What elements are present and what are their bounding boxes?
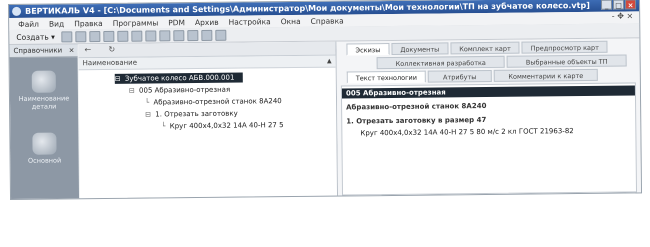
- menu-view[interactable]: Вид: [44, 19, 69, 28]
- layout-icon[interactable]: [214, 29, 226, 41]
- menu-archive[interactable]: Архив: [190, 17, 224, 26]
- app-logo-icon: [12, 6, 22, 16]
- print-icon[interactable]: [88, 30, 100, 42]
- menu-pdm[interactable]: PDM: [163, 18, 190, 27]
- refresh-icon[interactable]: [172, 29, 184, 41]
- copy-icon[interactable]: [116, 30, 128, 42]
- grid-icon[interactable]: [200, 29, 212, 41]
- tree-node-operation[interactable]: ⊟ 005 Абразивно-отрезная: [129, 85, 230, 96]
- menu-file[interactable]: Файл: [13, 19, 44, 28]
- open-icon[interactable]: [60, 30, 72, 42]
- table-icon[interactable]: [186, 29, 198, 41]
- menu-windows[interactable]: Окна: [276, 16, 306, 25]
- tab-documents[interactable]: Документы: [391, 42, 449, 55]
- tree-column-header[interactable]: Наименование ▲: [78, 55, 336, 71]
- tab-attributes[interactable]: Атрибуты: [427, 69, 492, 83]
- tree-node-part[interactable]: ⊟ Зубчатое колесо АБВ.000.001: [114, 72, 243, 84]
- mdi-controls[interactable]: - ✥ ×: [612, 11, 633, 20]
- save-icon[interactable]: [74, 30, 86, 42]
- sort-arrow-icon: ▲: [326, 57, 332, 65]
- tree-branch-icon: └: [144, 98, 150, 107]
- tech-tree-pane: ← ↻ Наименование ▲ ⊟ Зубчатое колесо АБВ…: [78, 41, 339, 199]
- tab-card-set[interactable]: Комплект карт: [450, 41, 520, 55]
- gear-icon: [32, 132, 57, 155]
- operation-line: 005 Абразивно-отрезная: [341, 85, 635, 99]
- cut-icon[interactable]: [102, 30, 114, 42]
- tabs-row-3: Текст технологии Атрибуты Комментарии к …: [346, 68, 640, 84]
- properties-pane: Эскизы Документы Комплект карт Предпросм…: [336, 38, 642, 196]
- tab-card-preview[interactable]: Предпросмотр карт: [521, 40, 608, 54]
- tech-text-view[interactable]: 005 Абразивно-отрезная Абразивно-отрезно…: [340, 82, 638, 196]
- create-button[interactable]: Создать ▾: [13, 32, 58, 41]
- paste-icon[interactable]: [130, 30, 142, 42]
- refresh-tree-icon[interactable]: ↻: [108, 45, 115, 54]
- sidebar-header: Справочники ×: [9, 44, 78, 58]
- part-icon: [31, 70, 56, 93]
- app-window: ВЕРТИКАЛЬ V4 - [C:\Documents and Setting…: [8, 0, 643, 200]
- redo-icon[interactable]: [158, 29, 170, 41]
- sidebar-close-icon[interactable]: ×: [69, 44, 75, 56]
- tree-branch-icon: └: [161, 122, 166, 131]
- menu-edit[interactable]: Правка: [69, 18, 108, 28]
- tool-line: Круг 400х4,0х32 14А 40-Н 27 5 80 м/с 2 к…: [360, 127, 574, 138]
- menu-settings[interactable]: Настройка: [224, 17, 276, 27]
- tab-selected-objects[interactable]: Выбранные объекты ТП: [506, 54, 627, 68]
- tabs-row-2: Коллективная разработка Выбранные объект…: [376, 54, 640, 70]
- tab-card-comments[interactable]: Комментарии к карте: [493, 68, 599, 82]
- directories-sidebar: Справочники × Наименование детали Основн…: [9, 44, 80, 199]
- collapse-icon[interactable]: ⊟: [115, 74, 121, 84]
- page-background: [0, 200, 650, 247]
- step-line: 1. Отрезать заготовку в размер 47: [346, 115, 487, 126]
- menu-help[interactable]: Справка: [306, 16, 349, 25]
- sidebar-item-main[interactable]: Основной: [16, 132, 72, 165]
- collapse-icon[interactable]: ⊟: [129, 86, 135, 96]
- tabs-row-1: Эскизы Документы Комплект карт Предпросм…: [346, 40, 639, 56]
- tab-tech-text[interactable]: Текст технологии: [346, 70, 427, 84]
- menu-programs[interactable]: Программы: [108, 18, 164, 28]
- sidebar-item-part-name[interactable]: Наименование детали: [16, 70, 72, 111]
- equipment-line: Абразивно-отрезной станок 8А240: [346, 101, 487, 112]
- tab-sketches[interactable]: Эскизы: [346, 43, 390, 56]
- undo-icon[interactable]: [144, 29, 156, 42]
- tree-node-step[interactable]: ⊟ 1. Отрезать заготовку: [145, 109, 238, 120]
- tree-node-equipment[interactable]: └ Абразивно-отрезной станок 8А240: [145, 96, 282, 107]
- tree-node-tool[interactable]: └ Круг 400х4,0х32 14А 40-Н 27 5: [161, 120, 283, 131]
- tab-collaborative[interactable]: Коллективная разработка: [376, 55, 505, 70]
- collapse-icon[interactable]: ⊟: [145, 110, 151, 120]
- minimize-button[interactable]: _: [600, 0, 613, 10]
- back-icon[interactable]: ←: [84, 45, 91, 54]
- maximize-button[interactable]: □: [612, 0, 625, 10]
- close-button[interactable]: ×: [624, 0, 637, 10]
